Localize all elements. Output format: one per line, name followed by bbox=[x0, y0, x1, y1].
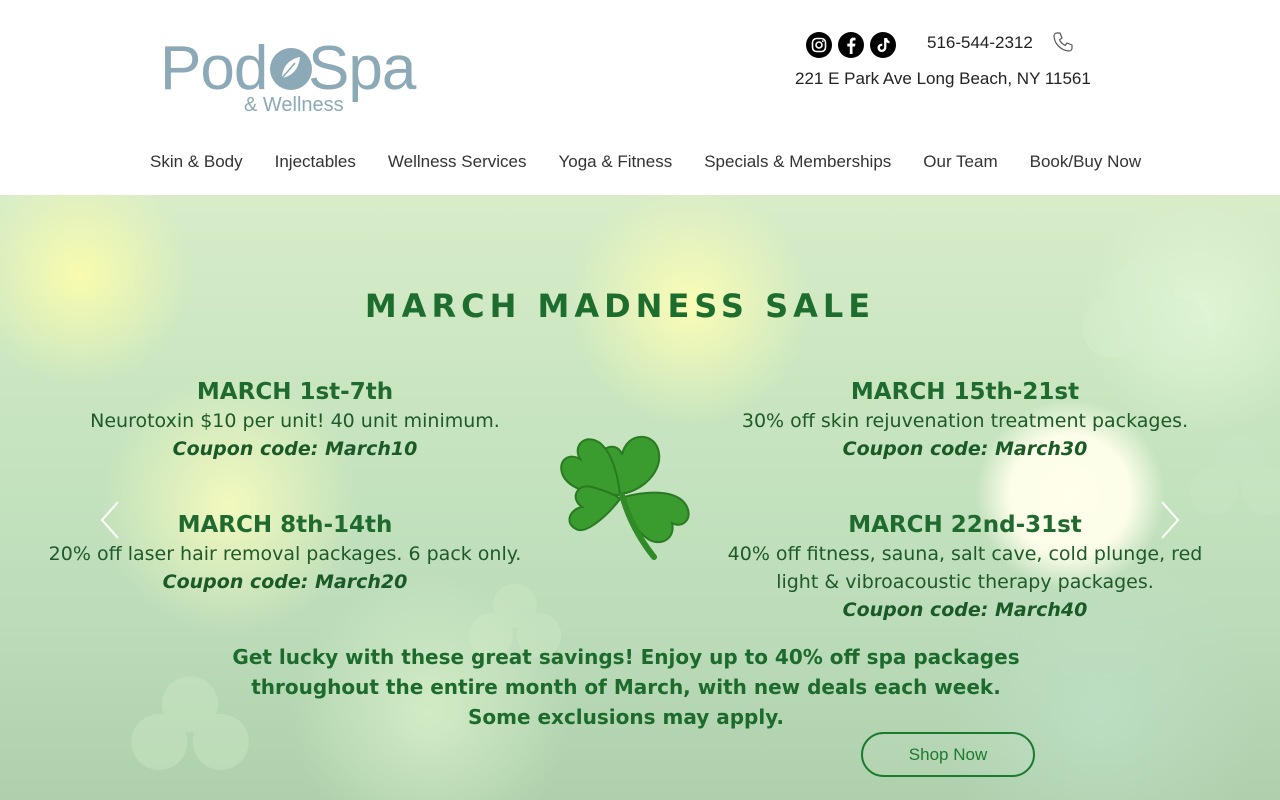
sale-title: MARCH MADNESS SALE bbox=[364, 287, 876, 325]
logo-word-spa: Spa bbox=[308, 34, 416, 103]
coupon-code: Coupon code: March30 bbox=[842, 438, 1088, 460]
coupon-code: Coupon code: March20 bbox=[162, 571, 408, 593]
deal-date: MARCH 15th-21st bbox=[850, 379, 1080, 405]
deal-description: 40% off fitness, sauna, salt cave, cold … bbox=[727, 543, 1203, 593]
instagram-icon[interactable] bbox=[806, 32, 832, 58]
street-address: 221 E Park Ave Long Beach, NY 11561 bbox=[795, 69, 1091, 88]
phone-number[interactable]: 516-544-2312 bbox=[927, 33, 1033, 53]
nav-item-specials-memberships[interactable]: Specials & Memberships bbox=[704, 152, 891, 172]
phone-icon[interactable] bbox=[1052, 31, 1074, 53]
shop-now-button[interactable]: Shop Now bbox=[861, 732, 1035, 777]
deal-date: MARCH 22nd-31st bbox=[848, 512, 1082, 538]
site-header: Pod Spa & Wellness 516-544-2312 221 E Pa… bbox=[0, 0, 1280, 195]
tiktok-icon[interactable] bbox=[870, 32, 896, 58]
summary-line: Some exclusions may apply. bbox=[467, 705, 785, 729]
deal-week-4: MARCH 22nd-31st 40% off fitness, sauna, … bbox=[720, 510, 1210, 624]
coupon-code: Coupon code: March10 bbox=[172, 438, 418, 460]
coupon-code: Coupon code: March40 bbox=[842, 599, 1088, 621]
deal-description: 30% off skin rejuvenation treatment pack… bbox=[741, 410, 1189, 432]
nav-item-book-buy-now[interactable]: Book/Buy Now bbox=[1030, 152, 1142, 172]
nav-item-our-team[interactable]: Our Team bbox=[923, 152, 997, 172]
deal-week-1: MARCH 1st-7th Neurotoxin $10 per unit! 4… bbox=[40, 377, 550, 463]
sale-summary: Get lucky with these great savings! Enjo… bbox=[200, 642, 1052, 732]
facebook-icon[interactable] bbox=[838, 32, 864, 58]
main-nav: Skin & Body Injectables Wellness Service… bbox=[150, 152, 1141, 172]
carousel-next-arrow-icon[interactable] bbox=[1160, 500, 1180, 540]
summary-line: Get lucky with these great savings! Enjo… bbox=[232, 645, 1020, 669]
nav-item-yoga-fitness[interactable]: Yoga & Fitness bbox=[558, 152, 672, 172]
deal-description: 20% off laser hair removal packages. 6 p… bbox=[48, 543, 522, 565]
deal-week-3: MARCH 15th-21st 30% off skin rejuvenatio… bbox=[720, 377, 1210, 463]
logo-word-pod: Pod bbox=[160, 34, 268, 103]
social-links bbox=[806, 32, 896, 58]
nav-item-skin-body[interactable]: Skin & Body bbox=[150, 152, 243, 172]
hero-banner: MARCH MADNESS SALE MARCH 1st-7th Neuroto… bbox=[0, 195, 1280, 800]
deal-description: Neurotoxin $10 per unit! 40 unit minimum… bbox=[90, 410, 500, 432]
carousel-prev-arrow-icon[interactable] bbox=[100, 500, 120, 540]
summary-line: throughout the entire month of March, wi… bbox=[251, 675, 1001, 699]
deal-date: MARCH 1st-7th bbox=[196, 379, 394, 405]
nav-item-wellness-services[interactable]: Wellness Services bbox=[388, 152, 527, 172]
nav-item-injectables[interactable]: Injectables bbox=[275, 152, 356, 172]
logo-subtitle: & Wellness bbox=[244, 94, 344, 116]
shamrock-icon bbox=[560, 435, 690, 560]
podspa-logo[interactable]: Pod Spa & Wellness bbox=[160, 36, 435, 118]
